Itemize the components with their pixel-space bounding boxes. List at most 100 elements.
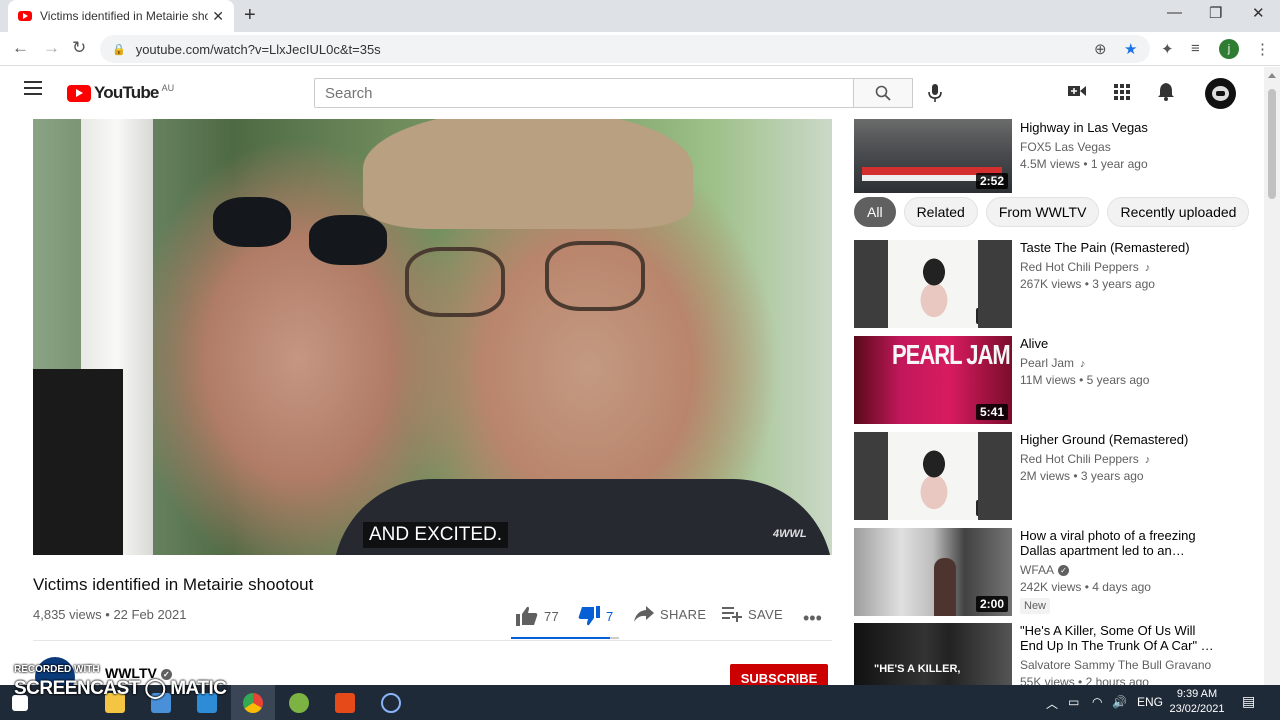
- extensions-puzzle-icon[interactable]: ✦: [1161, 40, 1174, 58]
- bookmark-star-icon[interactable]: ★: [1124, 40, 1137, 58]
- dislike-button[interactable]: 7: [578, 606, 614, 626]
- youtube-logo[interactable]: YouTube AU: [67, 83, 174, 103]
- rec-channel[interactable]: Salvatore Sammy The Bull Gravano: [1020, 658, 1220, 672]
- rec-channel[interactable]: Pearl Jam ♪: [1020, 356, 1220, 370]
- maximize-window-button[interactable]: ❐: [1209, 4, 1222, 22]
- language-indicator[interactable]: ENG: [1137, 695, 1163, 709]
- reading-list-icon[interactable]: ≡: [1191, 40, 1200, 57]
- minimize-window-button[interactable]: —: [1167, 4, 1182, 21]
- video-duration: 4:32: [975, 308, 1008, 324]
- watermark-brand: SCREENCAST ◯ MATIC: [14, 678, 227, 699]
- rec-age: 4 days ago: [1092, 580, 1151, 594]
- reload-icon[interactable]: ↻: [72, 38, 86, 58]
- browser-tab-active[interactable]: Victims identified in Metairie shootout …: [8, 0, 234, 32]
- app-green-icon[interactable]: [289, 693, 309, 713]
- forward-arrow-icon[interactable]: →: [43, 38, 60, 58]
- battery-icon[interactable]: ▭: [1068, 695, 1079, 709]
- thumb-figure: [910, 248, 958, 320]
- rec-title[interactable]: Taste The Pain (Remastered): [1020, 240, 1220, 255]
- user-avatar[interactable]: [1205, 78, 1236, 109]
- volume-icon[interactable]: 🔊: [1112, 695, 1127, 709]
- recommendation-item[interactable]: 4:32 Taste The Pain (Remastered) Red Hot…: [854, 240, 1190, 328]
- like-ratio-bar: [511, 637, 619, 639]
- video-thumbnail[interactable]: 3:23: [854, 432, 1012, 520]
- rec-title[interactable]: Higher Ground (Remastered): [1020, 432, 1220, 447]
- page-scrollbar[interactable]: [1264, 67, 1280, 685]
- rec-views: 242K views: [1020, 580, 1082, 594]
- chip-recently-uploaded[interactable]: Recently uploaded: [1107, 197, 1250, 227]
- verified-check-icon: ✓: [1058, 565, 1070, 577]
- new-tab-button[interactable]: +: [244, 4, 256, 27]
- video-caption: AND EXCITED.: [363, 522, 509, 548]
- lock-icon[interactable]: 🔒: [112, 43, 126, 56]
- like-button[interactable]: 77: [516, 606, 559, 626]
- system-clock[interactable]: 9:39 AM 23/02/2021: [1162, 687, 1232, 717]
- create-video-icon[interactable]: [1068, 84, 1086, 98]
- recommendation-item[interactable]: 2:00 How a viral photo of a freezing Dal…: [854, 528, 1196, 616]
- chip-related[interactable]: Related: [903, 197, 978, 227]
- video-thumbnail[interactable]: 2:52: [854, 119, 1012, 193]
- rec-channel-text: Red Hot Chili Peppers: [1020, 452, 1139, 466]
- action-center-icon[interactable]: ▤: [1242, 693, 1255, 710]
- thumbs-up-icon: [516, 606, 538, 626]
- scrollbar-thumb[interactable]: [1268, 89, 1276, 199]
- search-button[interactable]: [853, 78, 913, 108]
- address-bar[interactable]: 🔒 youtube.com/watch?v=LlxJecIUL0c&t=35s …: [100, 35, 1150, 63]
- rec-channel[interactable]: WFAA ✓: [1020, 563, 1220, 577]
- video-thumbnail[interactable]: "HE'S A KILLER,: [854, 623, 1012, 685]
- video-frame-sunglasses: [213, 197, 291, 247]
- rec-channel[interactable]: Red Hot Chili Peppers ♪: [1020, 260, 1220, 274]
- browser-menu-icon[interactable]: ⋮: [1255, 40, 1270, 58]
- share-button[interactable]: SHARE: [634, 606, 706, 622]
- video-duration: 2:52: [975, 173, 1008, 189]
- show-hidden-icons-icon[interactable]: ︿: [1046, 695, 1058, 712]
- wifi-icon[interactable]: ◠: [1092, 695, 1102, 709]
- rec-channel-text: WFAA: [1020, 563, 1055, 577]
- video-thumbnail[interactable]: 2:00: [854, 528, 1012, 616]
- scroll-up-arrow-icon[interactable]: [1268, 73, 1276, 78]
- microphone-icon[interactable]: [928, 84, 942, 102]
- music-note-icon: ♪: [1144, 262, 1151, 274]
- tab-close-icon[interactable]: ✕: [212, 8, 224, 25]
- search-input[interactable]: [314, 78, 854, 108]
- browser-profile-avatar[interactable]: j: [1219, 39, 1239, 59]
- recommendation-item[interactable]: 2:52 Highway in Las Vegas FOX5 Las Vegas…: [854, 119, 1148, 193]
- install-app-icon[interactable]: ⊕: [1094, 40, 1107, 58]
- chip-from-channel[interactable]: From WWLTV: [985, 197, 1100, 227]
- chip-all[interactable]: All: [854, 197, 896, 227]
- video-thumbnail[interactable]: 4:32: [854, 240, 1012, 328]
- back-arrow-icon[interactable]: ←: [12, 38, 29, 58]
- thumbs-down-icon: [578, 606, 600, 626]
- browser-tab-strip: Victims identified in Metairie shootout …: [0, 0, 1280, 32]
- screencast-icon[interactable]: [381, 693, 401, 713]
- chrome-icon[interactable]: [243, 693, 263, 713]
- rec-channel-text: Red Hot Chili Peppers: [1020, 260, 1139, 274]
- save-button[interactable]: SAVE: [722, 606, 783, 622]
- channel-watermark: 4WWL: [773, 528, 807, 540]
- browser-toolbar: ← → ↻ 🔒 youtube.com/watch?v=LlxJecIUL0c&…: [0, 32, 1280, 66]
- rec-views: 4.5M views: [1020, 157, 1081, 171]
- office-icon[interactable]: [335, 693, 355, 713]
- apps-grid-icon[interactable]: [1114, 84, 1130, 100]
- video-thumbnail[interactable]: PEARL JAM 5:41: [854, 336, 1012, 424]
- close-window-button[interactable]: ✕: [1252, 4, 1265, 22]
- hamburger-menu-icon[interactable]: [24, 81, 42, 99]
- rec-title[interactable]: Highway in Las Vegas: [1020, 120, 1220, 135]
- rec-channel[interactable]: FOX5 Las Vegas: [1020, 140, 1220, 154]
- more-actions-icon[interactable]: •••: [803, 608, 822, 629]
- notifications-bell-icon[interactable]: [1158, 82, 1174, 101]
- rec-meta: 11M views • 5 years ago: [1020, 373, 1150, 387]
- rec-title[interactable]: How a viral photo of a freezing Dallas a…: [1020, 528, 1220, 558]
- thumb-figure: [934, 558, 956, 616]
- clock-time: 9:39 AM: [1176, 688, 1218, 700]
- url-text: youtube.com/watch?v=LlxJecIUL0c&t=35s: [135, 41, 381, 57]
- rec-title[interactable]: Alive: [1020, 336, 1220, 351]
- rec-title[interactable]: "He's A Killer, Some Of Us Will End Up I…: [1020, 623, 1220, 653]
- video-player[interactable]: AND EXCITED. 4WWL: [33, 119, 832, 555]
- recommendation-item[interactable]: PEARL JAM 5:41 Alive Pearl Jam ♪ 11M view…: [854, 336, 1149, 424]
- recommendation-item[interactable]: 3:23 Higher Ground (Remastered) Red Hot …: [854, 432, 1188, 520]
- video-frame-shape: [33, 369, 123, 555]
- recommendation-item[interactable]: "HE'S A KILLER, "He's A Killer, Some Of …: [854, 623, 1214, 689]
- rec-channel[interactable]: Red Hot Chili Peppers ♪: [1020, 452, 1220, 466]
- video-duration: 3:23: [975, 500, 1008, 516]
